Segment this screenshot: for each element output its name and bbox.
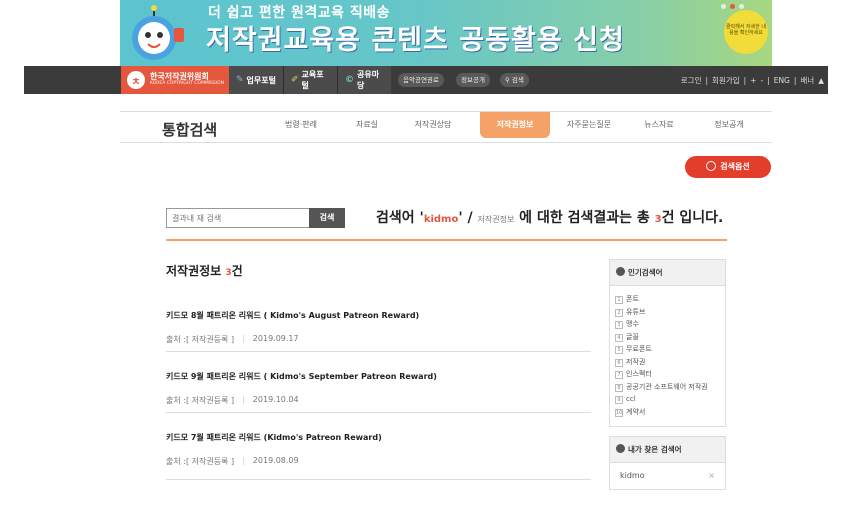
popular-keyword[interactable]: 2 유튜브 [615, 306, 725, 319]
tab-library[interactable]: 자료실 [334, 112, 400, 138]
tab-news[interactable]: 뉴스자료 [626, 112, 692, 138]
popular-keyword[interactable]: 4 글꼴 [615, 331, 725, 344]
popular-keywords-panel: 인기검색어 1 폰트 2 유튜브 3 맹수 4 글꼴 5 무료폰트 6 저작권 7 인스펙터 … [609, 259, 726, 427]
signup-link[interactable]: 회원가입 [712, 75, 740, 86]
summary-count: 3 [654, 214, 662, 225]
english-link[interactable]: ENG [774, 76, 790, 85]
panel-title: 내가 찾은 검색어 [628, 445, 682, 454]
pen-icon: ✐ [291, 75, 299, 85]
banner-pager[interactable] [721, 4, 744, 9]
search-icon: ⚲ [505, 76, 510, 84]
logo-text: 한국저작권위원회 [150, 72, 209, 82]
tab-disclosure[interactable]: 정보공개 [696, 112, 762, 138]
pager-dot[interactable] [739, 4, 744, 9]
popular-keyword[interactable]: 5 무료폰트 [615, 343, 725, 356]
popular-keyword[interactable]: 7 인스펙터 [615, 368, 725, 381]
top-navbar: ㅊ 한국저작권위원회 KOREA COPYRIGHT COMMISSION ✎ 업무… [24, 66, 828, 94]
tab-consulting[interactable]: 저작권상담 [400, 112, 466, 138]
result-date: 2019.08.09 [252, 456, 299, 465]
separator: | [242, 456, 245, 465]
close-icon[interactable]: × [708, 471, 715, 480]
banner-main-text: 저작권교육용 콘텐츠 공동활용 신청 [206, 25, 625, 56]
info-disclosure-button[interactable]: 정보공개 [456, 73, 490, 87]
search-tabs: 통합검색 법령·판례 자료실 저작권상담 저작권정보 자주묻는질문 뉴스자료 정… [120, 111, 772, 143]
util-links: 로그인 | 회원가입 | + - | ENG | 배너 ▲ [680, 75, 824, 86]
panel-header: 인기검색어 [610, 260, 725, 286]
separator: | [242, 334, 245, 343]
popular-keyword[interactable]: 3 맹수 [615, 318, 725, 331]
bullet-icon [616, 444, 625, 453]
panel-title: 인기검색어 [628, 268, 663, 277]
result-title-link[interactable]: 키드모 7월 패트리온 리워드 (Kidmo's Patreon Reward) [166, 432, 591, 443]
copyright-icon: © [345, 75, 354, 85]
refine-search-button[interactable]: 검색 [309, 208, 345, 228]
summary-mid: ' / [458, 210, 478, 226]
result-source: 출처 :[ 저작권등록 ] [166, 457, 235, 466]
result-date: 2019.09.17 [252, 334, 299, 343]
promo-banner[interactable]: 더 쉽고 편한 원격교육 직배송 저작권교육용 콘텐츠 공동활용 신청 클릭해서… [120, 0, 772, 66]
bullet-icon [616, 267, 625, 276]
portal-label: 업무포털 [246, 75, 276, 85]
pencil-icon: ✎ [236, 75, 244, 85]
my-search-keyword[interactable]: kidmo [620, 471, 645, 480]
result-item: 키드모 7월 패트리온 리워드 (Kidmo's Patreon Reward)… [166, 432, 591, 480]
portal-label: 교육포털 [301, 70, 324, 90]
tab-law[interactable]: 법령·판례 [268, 112, 334, 138]
banner-toggle[interactable]: 배너 [800, 75, 814, 86]
refine-search-input[interactable] [166, 208, 310, 228]
result-item: 키드모 8월 패트리온 리워드 ( Kidmo's August Patreon… [166, 310, 591, 352]
my-search-item: kidmo × [610, 463, 725, 488]
options-icon [706, 161, 717, 171]
popular-keyword[interactable]: 10 계약서 [615, 406, 725, 419]
popular-keyword-list: 1 폰트 2 유튜브 3 맹수 4 글꼴 5 무료폰트 6 저작권 7 인스펙터 8 공공기관 … [610, 286, 725, 418]
pager-dot-active[interactable] [730, 4, 735, 9]
tab-faq[interactable]: 자주묻는질문 [556, 112, 622, 138]
section-title-text: 저작권정보 [166, 264, 226, 278]
page-title: 통합검색 [162, 121, 218, 139]
portal-share-link[interactable]: © 공유마당 [337, 66, 391, 94]
banner-badge[interactable]: 클릭해서 자세한 내용을 확인하세요 [724, 10, 768, 54]
portal-work-link[interactable]: ✎ 업무포털 [229, 66, 283, 94]
result-item: 키드모 9월 패트리온 리워드 ( Kidmo's September Patr… [166, 371, 591, 413]
nav-search-label: 검색 [511, 76, 524, 84]
logo-subtext: KOREA COPYRIGHT COMMISSION [150, 80, 225, 86]
result-source: 출처 :[ 저작권등록 ] [166, 335, 235, 344]
popular-keyword[interactable]: 8 공공기관 소프트웨어 저작권 [615, 381, 725, 394]
divider [166, 239, 727, 241]
login-link[interactable]: 로그인 [681, 75, 702, 86]
popular-keyword[interactable]: 6 저작권 [615, 356, 725, 369]
summary-category: 저작권정보 [477, 215, 515, 224]
portal-label: 공유마당 [357, 70, 380, 90]
section-unit: 건 [231, 264, 243, 278]
portal-education-link[interactable]: ✐ 교육포털 [283, 66, 337, 94]
summary-keyword: kidmo [423, 214, 459, 225]
section-title: 저작권정보 3건 [166, 262, 243, 279]
logo-icon: ㅊ [127, 71, 145, 89]
result-summary: 검색어 'kidmo' / 저작권정보 에 대한 검색결과는 총 3건 입니다. [376, 207, 723, 227]
separator: | [242, 395, 245, 404]
popular-keyword[interactable]: 9 ccl [615, 393, 725, 406]
result-title-link[interactable]: 키드모 9월 패트리온 리워드 ( Kidmo's September Patr… [166, 371, 591, 382]
panel-header: 내가 찾은 검색어 [610, 437, 725, 463]
result-date: 2019.10.04 [252, 395, 299, 404]
pager-dot[interactable] [721, 4, 726, 9]
nav-search-button[interactable]: ⚲ 검색 [500, 73, 529, 87]
result-source: 출처 :[ 저작권등록 ] [166, 396, 235, 405]
my-searches-panel: 내가 찾은 검색어 kidmo × [609, 436, 726, 490]
zoom-in-button[interactable]: + [750, 76, 756, 85]
popular-keyword[interactable]: 1 폰트 [615, 293, 725, 306]
summary-end: 건 입니다. [661, 210, 724, 226]
caret-up-icon: ▲ [818, 75, 824, 85]
tab-copyright-info[interactable]: 저작권정보 [480, 112, 550, 138]
search-options-button[interactable]: 검색옵션 [685, 156, 771, 178]
mascot-icon [132, 5, 184, 60]
search-options-label: 검색옵션 [720, 162, 750, 171]
summary-prefix: 검색어 ' [376, 210, 424, 226]
zoom-out-button[interactable]: - [760, 76, 763, 85]
result-title-link[interactable]: 키드모 8월 패트리온 리워드 ( Kidmo's August Patreon… [166, 310, 591, 321]
summary-suffix: 에 대한 검색결과는 총 [514, 210, 655, 226]
music-fee-button[interactable]: 음악공연권료 [398, 73, 444, 87]
